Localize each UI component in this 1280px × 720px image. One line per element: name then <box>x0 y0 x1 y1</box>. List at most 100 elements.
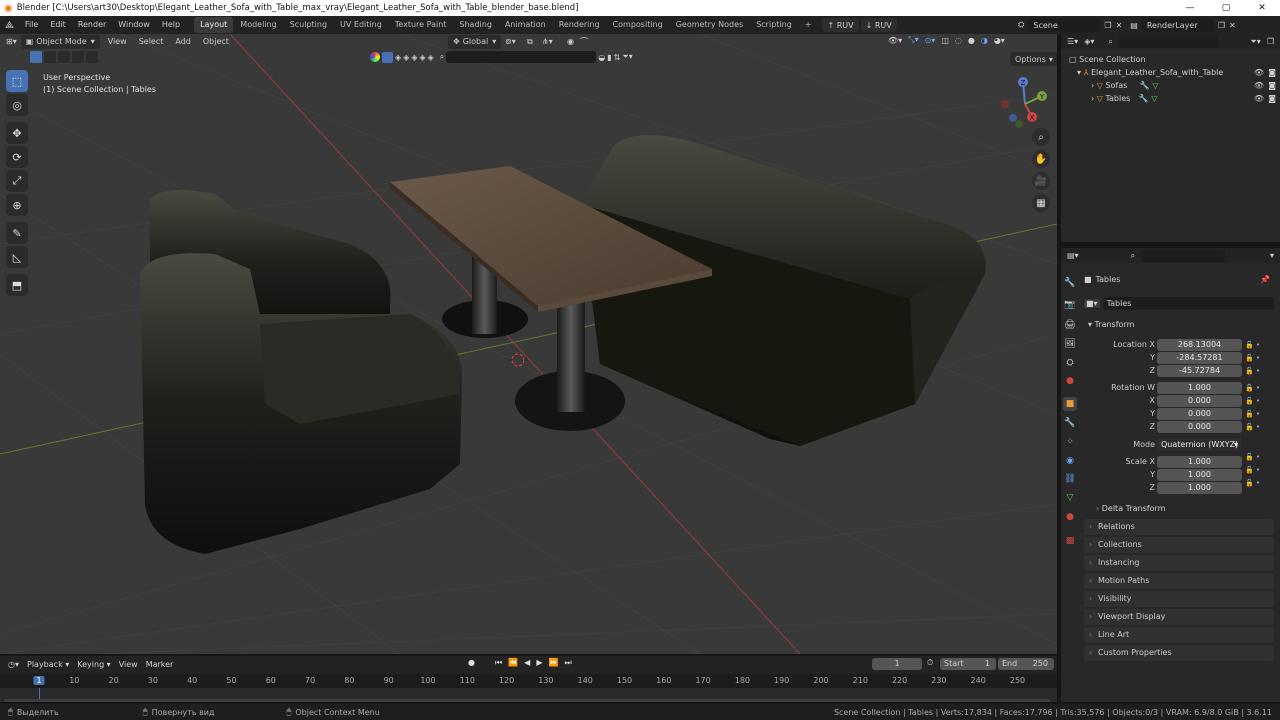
viewport-menu-object[interactable]: Object <box>199 37 233 46</box>
rotation-y-field[interactable]: 0.000 <box>1157 408 1242 420</box>
orientation-dropdown[interactable]: ✥ Global ▾ <box>448 34 502 49</box>
transform-header[interactable]: ▾ Transform <box>1084 318 1274 332</box>
ruv-down-button[interactable]: ↓ RUV <box>860 18 897 32</box>
outliner-search-input[interactable] <box>1118 35 1219 48</box>
minimize-button[interactable]: — <box>1172 0 1208 16</box>
end-frame-field[interactable]: End 250 <box>998 658 1054 670</box>
lock-icon[interactable]: 🔓 • <box>1245 365 1269 378</box>
rotation-mode-dropdown[interactable]: Quaternion (WXYZ) ▾ <box>1157 439 1242 451</box>
properties-editor-icon[interactable]: ▤▾ <box>1067 251 1079 260</box>
camera-view-icon[interactable]: 🎥 <box>1032 172 1050 190</box>
timeline-ruler[interactable]: 1 10 20 30 40 50 60 70 80 90 100 110 120 130 140 150 160… <box>0 674 1057 688</box>
shading-material-icon[interactable]: ◑ <box>981 36 988 45</box>
tool-tab-icon[interactable]: 🔧 <box>1063 276 1077 290</box>
select-intersect-icon[interactable] <box>86 51 98 63</box>
next-key-icon[interactable]: ⏩ <box>548 658 558 668</box>
scale-x-field[interactable]: 1.000 <box>1157 456 1242 468</box>
outliner-row-scene-collection[interactable]: ▢ Scene Collection <box>1069 53 1280 66</box>
filter-other-icon[interactable]: ◈ <box>428 53 434 62</box>
annotate-tool-icon[interactable]: ✎ <box>6 222 28 244</box>
ruv-up-button[interactable]: ↑ RUV <box>822 18 859 32</box>
zoom-icon[interactable]: ⌕ <box>1032 128 1050 146</box>
chevron-down-icon[interactable]: ▾ <box>1270 251 1274 260</box>
play-icon[interactable]: ▶ <box>536 658 542 668</box>
outliner-row-main-collection[interactable]: ▾ ⅄ Elegant_Leather_Sofa_with_Table 👁 ◙ <box>1069 66 1280 79</box>
panel-motion-paths[interactable]: Motion Paths <box>1084 573 1274 589</box>
pan-hand-icon[interactable]: ✋ <box>1032 150 1050 168</box>
menu-render[interactable]: Render <box>72 16 112 34</box>
rotation-w-field[interactable]: 1.000 <box>1157 382 1242 394</box>
shading-solid-icon[interactable]: ● <box>968 36 975 45</box>
location-y-field[interactable]: -284.57281 <box>1157 352 1242 364</box>
current-frame-field[interactable]: 1 <box>872 658 922 670</box>
editor-type-icon[interactable]: ⊞▾ <box>6 37 17 46</box>
expand-arrow-icon[interactable]: › <box>1091 94 1094 103</box>
rotation-x-field[interactable]: 0.000 <box>1157 395 1242 407</box>
panel-line-art[interactable]: Line Art <box>1084 627 1274 643</box>
delta-transform-header[interactable]: › Delta Transform <box>1096 503 1165 515</box>
new-scene-icon[interactable]: ❐ <box>1104 21 1111 30</box>
texture-tab-icon[interactable]: ▩ <box>1063 534 1077 548</box>
filter-light-icon[interactable]: ◈ <box>403 53 409 62</box>
start-frame-field[interactable]: Start 1 <box>940 658 996 670</box>
new-layer-icon[interactable]: ❐ <box>1218 21 1225 30</box>
render-camera-icon[interactable]: ◙ <box>1268 92 1276 105</box>
select-box-icon[interactable] <box>30 51 42 63</box>
lock-icon[interactable]: 🔓 • <box>1245 382 1269 395</box>
timeline-menu-view[interactable]: View <box>119 660 138 669</box>
xray-icon[interactable]: ◫ <box>941 36 949 45</box>
timeline-menu-marker[interactable]: Marker <box>146 660 174 669</box>
tab-uv-editing[interactable]: UV Editing <box>334 17 388 33</box>
lock-icon[interactable]: 🔓 • <box>1245 408 1269 421</box>
properties-search-input[interactable] <box>1141 249 1226 262</box>
render-camera-icon[interactable]: ◙ <box>1268 66 1276 79</box>
menu-help[interactable]: Help <box>156 16 186 34</box>
tab-rendering[interactable]: Rendering <box>553 17 606 33</box>
tab-scripting[interactable]: Scripting <box>750 17 798 33</box>
overlay-toggle-icon[interactable]: ⊙▾ <box>925 36 936 45</box>
lock-icon[interactable]: 🔓 • <box>1245 339 1269 352</box>
select-tool-icon[interactable]: ⬚ <box>6 70 28 92</box>
visibility-icon[interactable]: 👁▾ <box>888 36 902 45</box>
location-x-field[interactable]: 268.13004 <box>1157 339 1242 351</box>
render-camera-icon[interactable]: ◙ <box>1268 79 1276 92</box>
expand-arrow-icon[interactable]: ▾ <box>1077 68 1081 77</box>
add-cube-tool-icon[interactable]: ⬒ <box>6 274 28 296</box>
scale-z-field[interactable]: 1.000 <box>1157 482 1242 494</box>
select-extend-icon[interactable] <box>44 51 56 63</box>
select-subtract-icon[interactable] <box>58 51 70 63</box>
outliner-row-tables[interactable]: › ▽ Tables 🔧 ▽ 👁 ◙ <box>1069 92 1280 105</box>
menu-file[interactable]: File <box>19 16 44 34</box>
timeline-menu-keying[interactable]: Keying ▾ <box>77 660 110 669</box>
maximize-button[interactable]: ▢ <box>1208 0 1244 16</box>
pivot-icon[interactable]: ⊚▾ <box>505 37 516 46</box>
visibility-eye-icon[interactable]: 👁 <box>1254 79 1264 92</box>
tab-geometry-nodes[interactable]: Geometry Nodes <box>670 17 749 33</box>
renderlayer-icon[interactable]: ▤ <box>1130 21 1138 30</box>
new-collection-icon[interactable]: ❐ <box>1267 37 1274 46</box>
gizmo-toggle-icon[interactable]: ⤡▾ <box>908 35 918 45</box>
tab-sculpting[interactable]: Sculpting <box>284 17 333 33</box>
delete-layer-icon[interactable]: ✕ <box>1229 21 1236 30</box>
timeline-menu-playback[interactable]: Playback ▾ <box>27 660 69 669</box>
lock-icon[interactable]: 🔓 • <box>1245 464 1269 477</box>
rotate-tool-icon[interactable]: ⟳ <box>6 146 28 168</box>
filter-mesh-icon[interactable]: ◈ <box>395 53 401 62</box>
add-workspace-button[interactable]: + <box>799 17 818 33</box>
renderlayer-selector[interactable]: RenderLayer <box>1141 18 1214 32</box>
viewport-search-input[interactable] <box>446 51 597 63</box>
timeline-editor-icon[interactable]: ◷▾ <box>8 660 19 669</box>
tab-animation[interactable]: Animation <box>499 17 552 33</box>
timeline-scrollbar[interactable] <box>4 699 1050 702</box>
object-name-field[interactable]: Tables <box>1102 296 1274 310</box>
jump-end-icon[interactable]: ⏭ <box>564 658 571 668</box>
rotation-z-field[interactable]: 0.000 <box>1157 421 1242 433</box>
measure-tool-icon[interactable]: ◺ <box>6 246 28 268</box>
outliner-row-sofas[interactable]: › ▽ Sofas 🔧 ▽ 👁 ◙ <box>1069 79 1280 92</box>
cursor-tool-icon[interactable]: ◎ <box>6 94 28 116</box>
scale-tool-icon[interactable]: ⤢ <box>6 170 28 192</box>
menu-window[interactable]: Window <box>112 16 156 34</box>
output-tab-icon[interactable]: 🖨 <box>1063 318 1077 332</box>
record-icon[interactable]: ● <box>468 658 475 668</box>
filter-select-icon[interactable] <box>382 51 393 63</box>
